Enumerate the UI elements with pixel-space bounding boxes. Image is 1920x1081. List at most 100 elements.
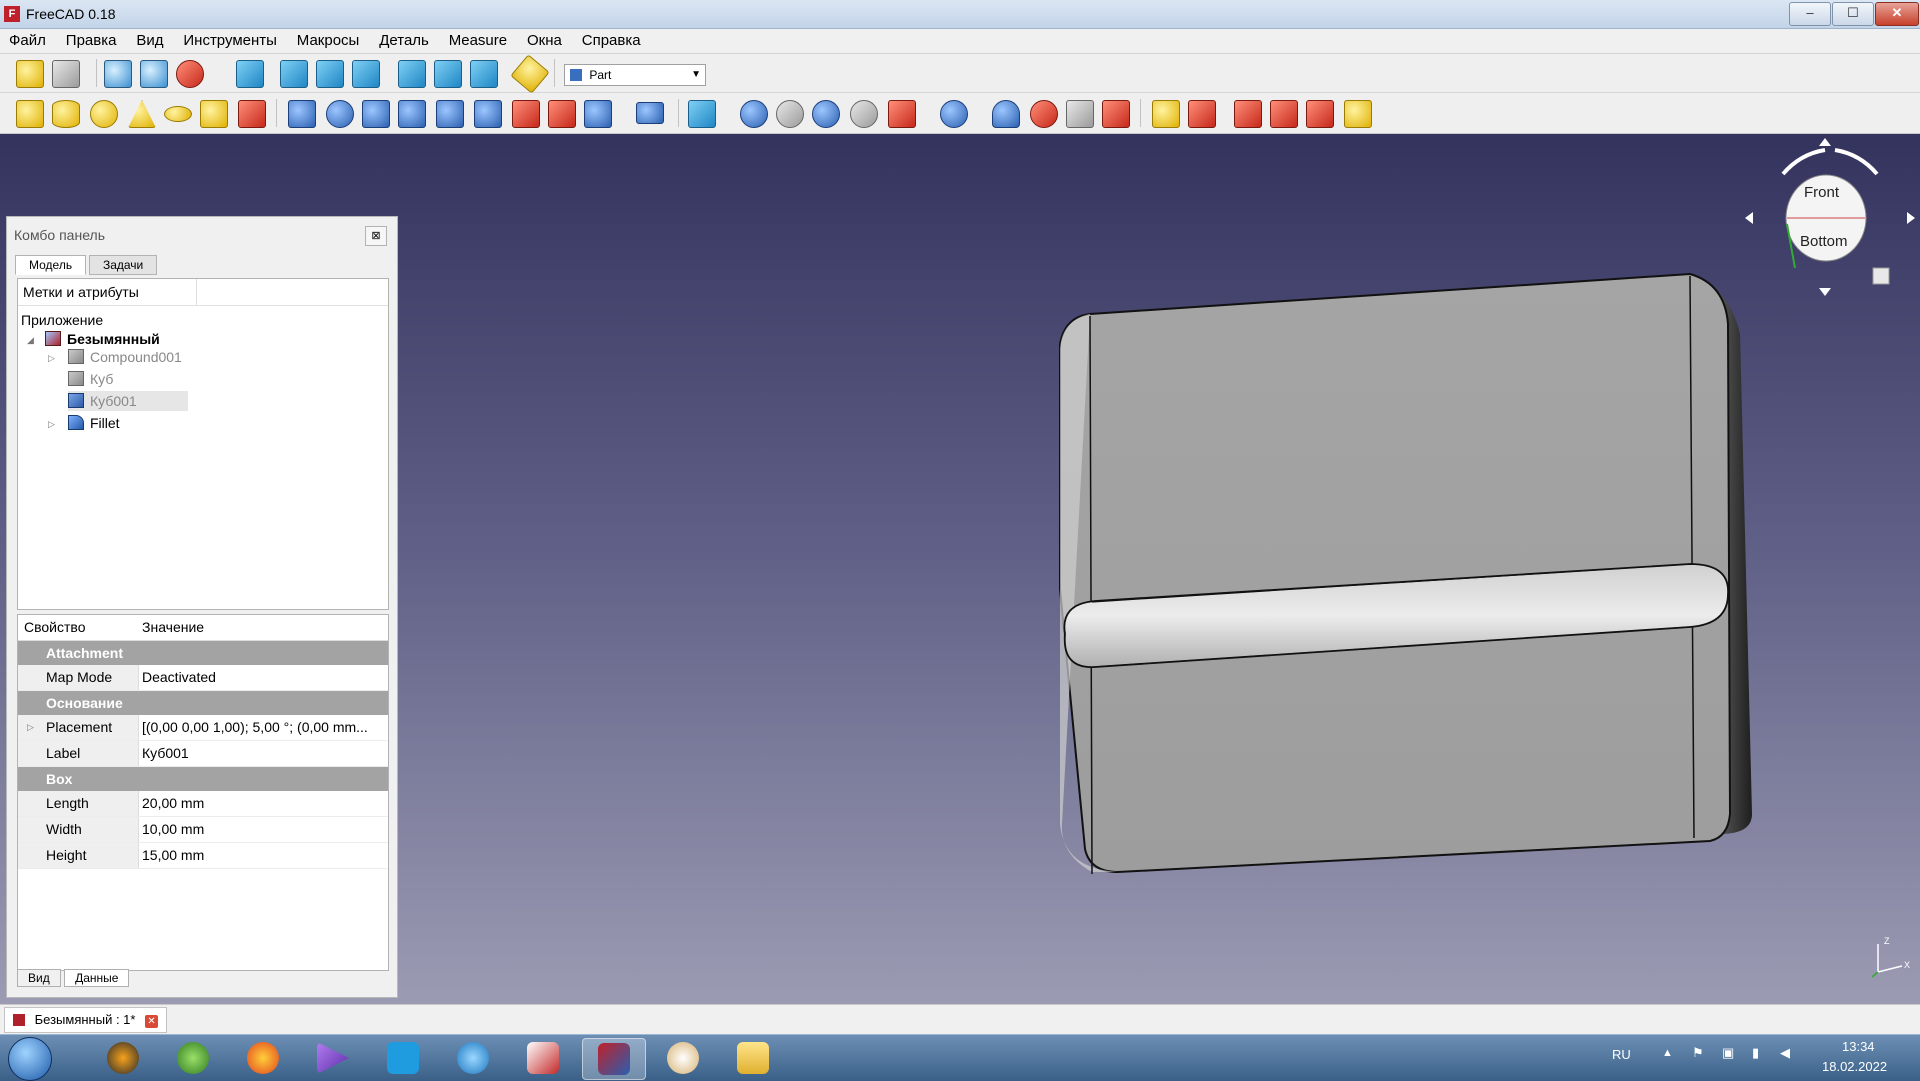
flag-icon[interactable]: ⚑ (1692, 1045, 1704, 1061)
view-bottom-icon[interactable] (434, 60, 462, 88)
minimize-button[interactable]: – (1789, 2, 1831, 26)
navcube-bottom-label[interactable]: Bottom (1800, 233, 1848, 250)
compound-tools-icon[interactable] (688, 100, 716, 128)
view-front-icon[interactable] (280, 60, 308, 88)
tree-document[interactable]: Безымянный (45, 329, 160, 349)
view-left-icon[interactable] (470, 60, 498, 88)
menu-help[interactable]: Справка (573, 29, 648, 49)
maximize-button[interactable]: ☐ (1832, 2, 1874, 26)
property-row-length[interactable]: Length 20,00 mm (18, 791, 388, 817)
boolean-icon[interactable] (740, 100, 768, 128)
taskbar-app-3[interactable] (232, 1038, 294, 1078)
tab-tasks[interactable]: Задачи (88, 255, 158, 275)
fuse-icon[interactable] (812, 100, 840, 128)
property-row-height[interactable]: Height 15,00 mm (18, 843, 388, 869)
fillet-icon[interactable] (398, 100, 426, 128)
tab-model[interactable]: Модель (15, 255, 87, 275)
workbench-selector[interactable]: Part ▼ (564, 64, 706, 86)
check-geometry-icon[interactable] (992, 100, 1020, 128)
attachment-icon[interactable] (1066, 100, 1094, 128)
property-value[interactable]: Куб001 (142, 741, 384, 765)
tray-expand-icon[interactable]: ▲ (1662, 1047, 1673, 1059)
menu-windows[interactable]: Окна (518, 29, 569, 49)
taskbar-app-6[interactable] (442, 1038, 504, 1078)
menu-part[interactable]: Деталь (370, 29, 436, 49)
split-tools-icon[interactable] (940, 100, 968, 128)
measure-ruler-icon[interactable] (510, 54, 550, 94)
tree-item-fillet[interactable]: Fillet (68, 413, 120, 433)
measure-toggle-3d-icon[interactable] (1306, 100, 1334, 128)
volume-icon[interactable]: ◀ (1780, 1045, 1790, 1061)
expand-arrow-icon[interactable]: ▷ (48, 419, 55, 430)
tab-data[interactable]: Данные (64, 969, 130, 987)
fit-selection-icon[interactable] (140, 60, 168, 88)
sweep-icon[interactable] (584, 100, 612, 128)
expand-arrow-icon[interactable]: ▷ (27, 715, 34, 739)
taskbar-app-4[interactable] (302, 1038, 364, 1078)
measure-angular-icon[interactable] (1188, 100, 1216, 128)
ruled-surface-icon[interactable] (512, 100, 540, 128)
menu-file[interactable]: Файл (0, 29, 53, 49)
mirror-icon[interactable] (362, 100, 390, 128)
menu-view[interactable]: Вид (127, 29, 170, 49)
property-value[interactable]: 20,00 mm (142, 791, 384, 815)
offset-icon[interactable] (1102, 100, 1130, 128)
make-face-icon[interactable] (474, 100, 502, 128)
new-document-icon[interactable] (16, 60, 44, 88)
fit-all-icon[interactable] (104, 60, 132, 88)
view-isometric-icon[interactable] (236, 60, 264, 88)
security-icon[interactable]: ▣ (1722, 1045, 1734, 1061)
property-value[interactable]: Deactivated (142, 665, 384, 689)
navigation-cube[interactable]: Front Bottom (1745, 138, 1915, 298)
menu-edit[interactable]: Правка (57, 29, 124, 49)
property-value[interactable]: 15,00 mm (142, 843, 384, 867)
taskbar-app-freecad[interactable] (582, 1038, 646, 1080)
close-tab-icon[interactable]: ✕ (145, 1015, 159, 1028)
language-indicator[interactable]: RU (1612, 1047, 1631, 1062)
tab-view[interactable]: Вид (17, 969, 61, 987)
view-rear-icon[interactable] (398, 60, 426, 88)
property-row-width[interactable]: Width 10,00 mm (18, 817, 388, 843)
taskbar-app-7[interactable] (512, 1038, 574, 1078)
taskbar-app-5[interactable] (372, 1038, 434, 1078)
property-row-label[interactable]: Label Куб001 (18, 741, 388, 767)
measure-linear-icon[interactable] (1152, 100, 1180, 128)
view-right-icon[interactable] (352, 60, 380, 88)
cut-icon[interactable] (776, 100, 804, 128)
measure-toggle-delta-icon[interactable] (1344, 100, 1372, 128)
collapse-arrow-icon[interactable]: ◢ (27, 335, 34, 346)
measure-clear-icon[interactable] (1270, 100, 1298, 128)
common-icon[interactable] (850, 100, 878, 128)
draw-style-icon[interactable] (176, 60, 204, 88)
view-top-icon[interactable] (316, 60, 344, 88)
torus-primitive-icon[interactable] (164, 106, 192, 122)
cylinder-primitive-icon[interactable] (52, 100, 80, 128)
taskbar-app-2[interactable] (162, 1038, 224, 1078)
property-value[interactable]: 10,00 mm (142, 817, 384, 841)
shape-builder-icon[interactable] (238, 100, 266, 128)
clock-date[interactable]: 18.02.2022 (1822, 1059, 1887, 1074)
taskbar-app-9[interactable] (652, 1038, 714, 1078)
expand-arrow-icon[interactable]: ▷ (48, 353, 55, 364)
navcube-front-label[interactable]: Front (1804, 184, 1839, 201)
revolve-icon[interactable] (326, 100, 354, 128)
primitives-icon[interactable] (200, 100, 228, 128)
cone-primitive-icon[interactable] (128, 100, 156, 128)
clock-time[interactable]: 13:34 (1842, 1039, 1875, 1054)
box-primitive-icon[interactable] (16, 100, 44, 128)
network-icon[interactable]: ▮ (1752, 1045, 1759, 1061)
chamfer-icon[interactable] (436, 100, 464, 128)
defeaturing-icon[interactable] (1030, 100, 1058, 128)
join-features-icon[interactable] (888, 100, 916, 128)
menu-measure[interactable]: Measure (440, 29, 514, 49)
tree-item-kub001[interactable]: Куб001 (68, 391, 188, 411)
open-folder-icon[interactable] (52, 60, 80, 88)
document-tab[interactable]: Безымянный : 1* ✕ (4, 1007, 168, 1033)
extrude-icon[interactable] (288, 100, 316, 128)
tree-item-compound001[interactable]: Compound001 (68, 347, 182, 367)
taskbar-app-1[interactable] (92, 1038, 154, 1078)
property-row-map-mode[interactable]: Map Mode Deactivated (18, 665, 388, 691)
menu-tools[interactable]: Инструменты (174, 29, 284, 49)
taskbar-app-10[interactable] (722, 1038, 784, 1078)
menu-macros[interactable]: Макросы (288, 29, 367, 49)
